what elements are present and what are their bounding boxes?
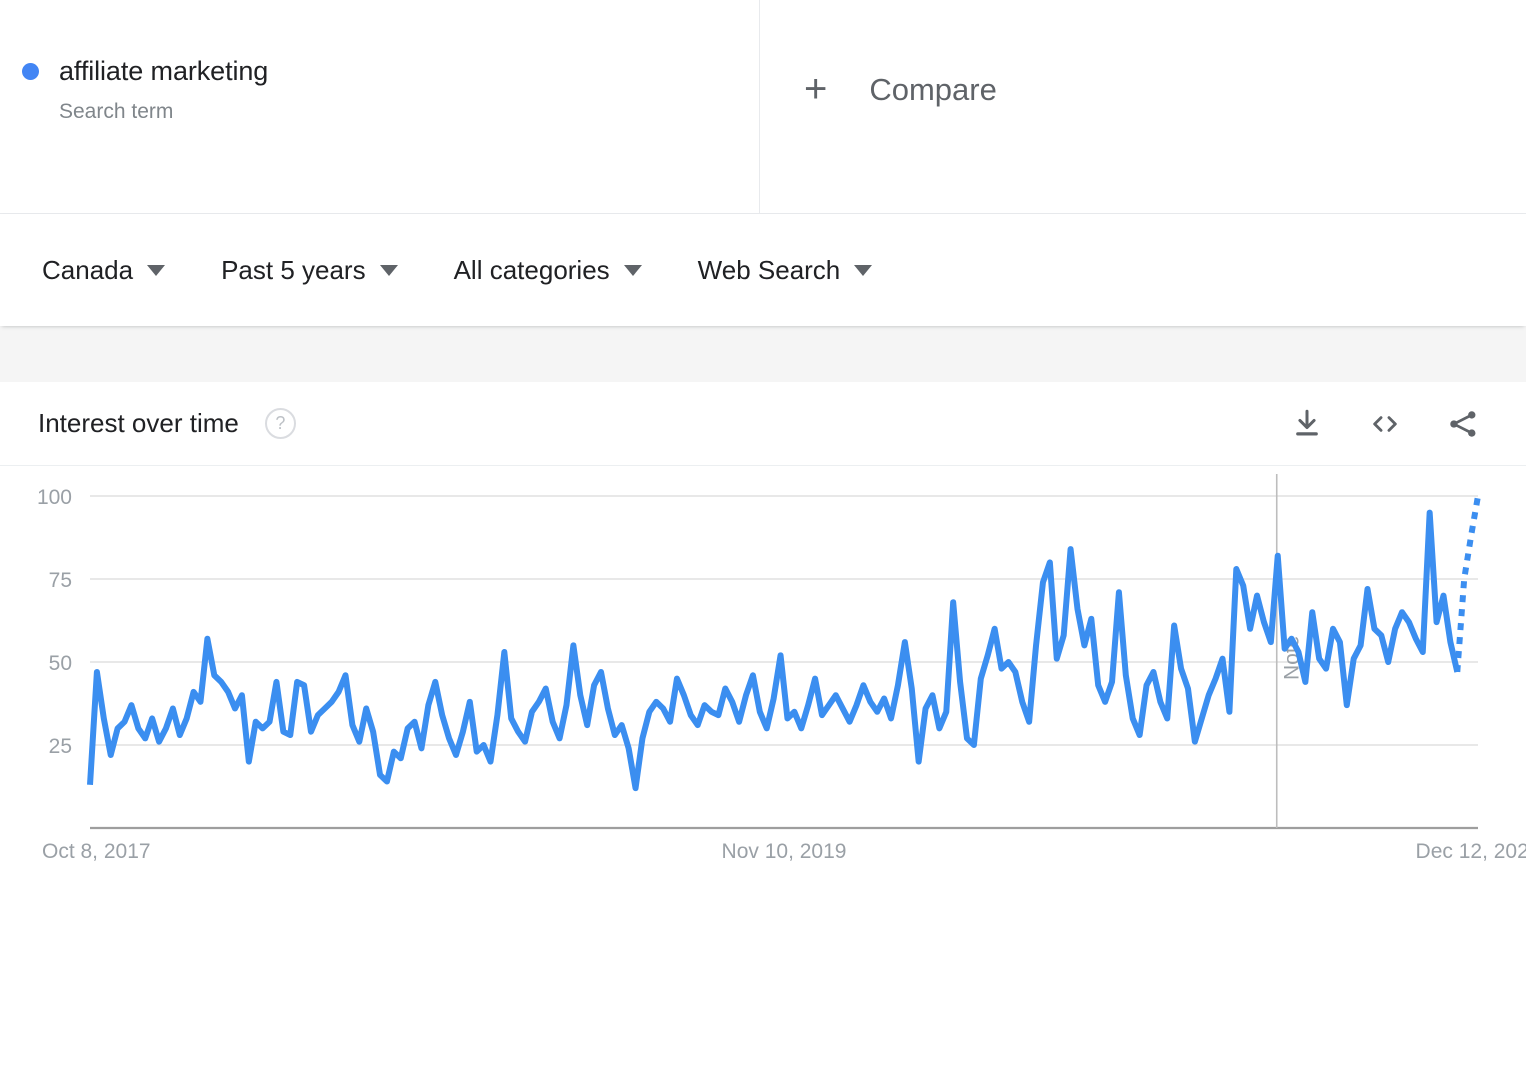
filter-search-type[interactable]: Web Search bbox=[698, 255, 873, 286]
series-color-dot bbox=[22, 63, 39, 80]
svg-text:Dec 12, 2021: Dec 12, 2021 bbox=[1416, 840, 1526, 863]
interest-over-time-card: Interest over time ? 25 50 75 100 Note Oct 8,… bbox=[0, 382, 1526, 1026]
svg-text:Oct 8, 2017: Oct 8, 2017 bbox=[42, 840, 151, 863]
card-header: Interest over time ? bbox=[0, 382, 1526, 466]
chevron-down-icon bbox=[854, 264, 873, 276]
section-separator bbox=[0, 326, 1526, 382]
filter-time-range-label: Past 5 years bbox=[221, 254, 366, 285]
plus-icon: + bbox=[804, 67, 828, 111]
svg-text:50: 50 bbox=[49, 652, 72, 675]
compare-button[interactable]: + Compare bbox=[760, 0, 1526, 213]
filter-region[interactable]: Canada bbox=[42, 254, 166, 286]
chevron-down-icon bbox=[147, 264, 166, 276]
filter-bar: Canada Past 5 years All categories Web S… bbox=[0, 214, 1526, 326]
filter-search-type-label: Web Search bbox=[697, 254, 841, 285]
help-icon[interactable]: ? bbox=[264, 408, 296, 439]
filter-category[interactable]: All categories bbox=[454, 255, 642, 286]
search-term-row: affiliate marketing bbox=[22, 56, 759, 87]
search-term-bar: affiliate marketing Search term + Compar… bbox=[0, 0, 1526, 214]
svg-text:25: 25 bbox=[49, 735, 72, 758]
search-term-label: affiliate marketing bbox=[59, 56, 269, 86]
chart-svg: 255075100NoteOct 8, 2017 Nov 10, 2019 Dec … bbox=[37, 474, 1526, 863]
embed-icon[interactable] bbox=[1368, 407, 1402, 441]
svg-text:100: 100 bbox=[37, 486, 72, 509]
share-icon[interactable] bbox=[1446, 407, 1480, 441]
compare-label: Compare bbox=[869, 72, 997, 107]
download-icon[interactable] bbox=[1290, 407, 1324, 441]
filter-time-range[interactable]: Past 5 years bbox=[221, 255, 398, 286]
svg-text:75: 75 bbox=[49, 569, 72, 592]
chevron-down-icon bbox=[379, 264, 398, 276]
card-title: Interest over time bbox=[38, 408, 239, 438]
filter-category-label: All categories bbox=[453, 254, 610, 285]
filter-region-label: Canada bbox=[42, 254, 134, 285]
interest-over-time-chart[interactable]: 25 50 75 100 Note Oct 8, 2017 Nov 10, 2019 Dec … bbox=[0, 466, 1526, 1026]
search-term-card[interactable]: affiliate marketing Search term bbox=[0, 0, 760, 213]
chevron-down-icon bbox=[623, 264, 642, 276]
svg-text:Nov 10, 2019: Nov 10, 2019 bbox=[722, 840, 847, 863]
card-actions bbox=[1290, 407, 1480, 441]
search-term-type: Search term bbox=[59, 100, 174, 123]
